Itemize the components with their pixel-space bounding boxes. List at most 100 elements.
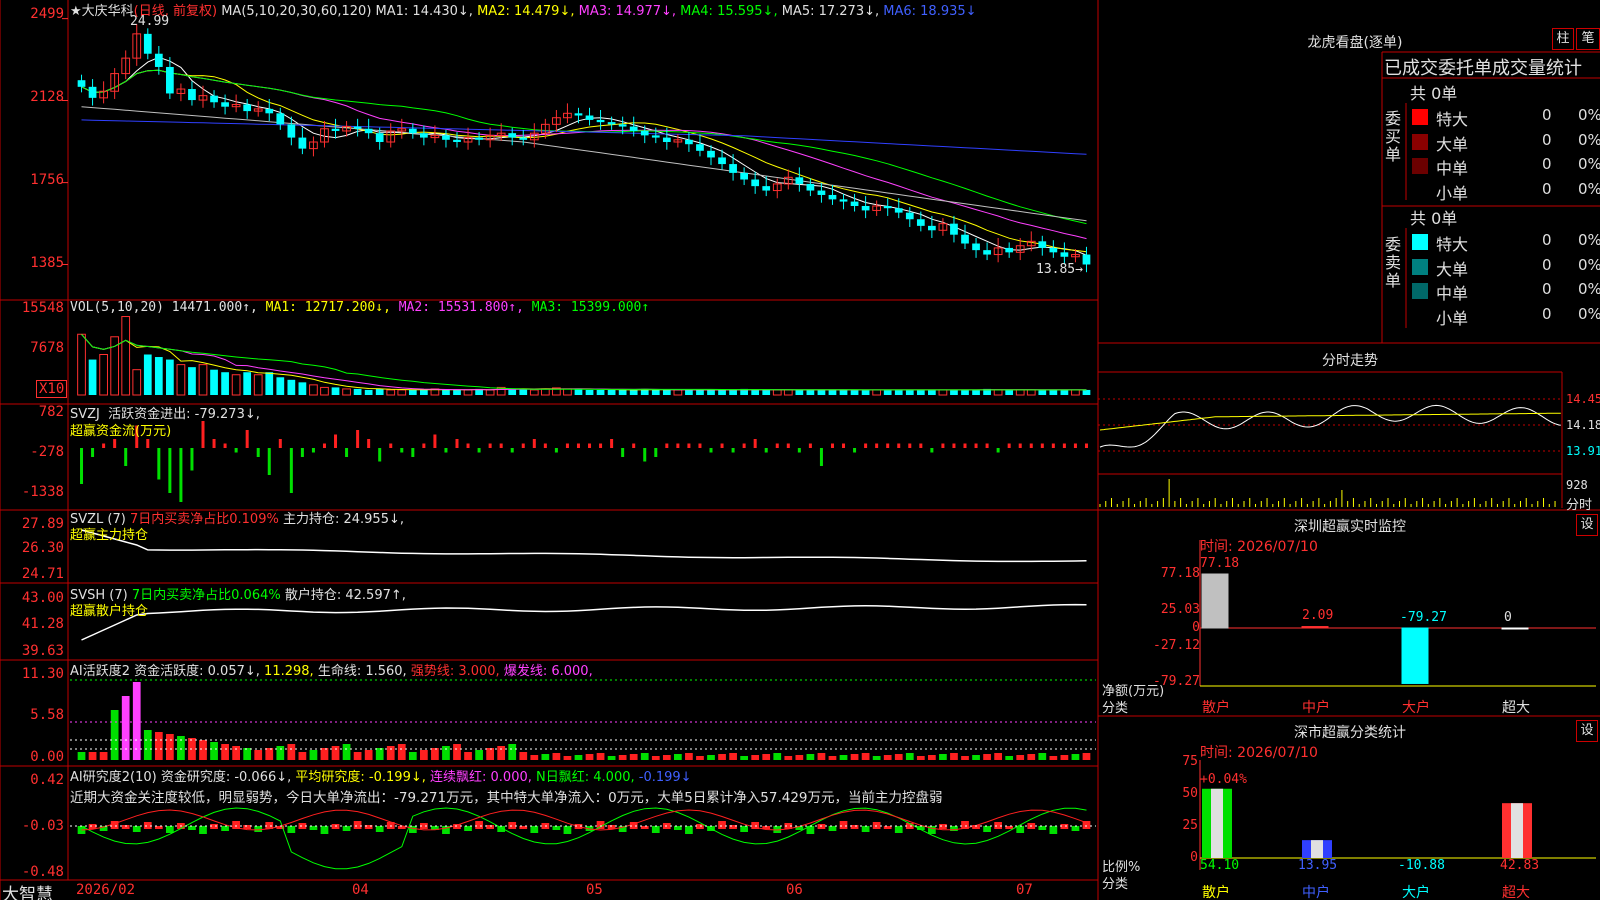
research-bar-58 xyxy=(718,821,726,829)
activity-bar-38 xyxy=(497,746,506,760)
candle-body-40 xyxy=(519,137,528,140)
activity-bar-60 xyxy=(740,756,748,760)
svzl-tick-2: 26.30 xyxy=(21,540,64,556)
tick-mode-button[interactable]: 笔 xyxy=(1576,28,1600,50)
activity-bar-13 xyxy=(221,744,229,760)
vol-bar-19 xyxy=(287,379,296,395)
candle-body-8 xyxy=(166,66,174,94)
monitor-tick-1: 77.18 xyxy=(1160,566,1200,581)
vol-ma1: MA1: 12717.200↓, xyxy=(265,300,391,315)
candle-body-52 xyxy=(651,135,660,138)
vol-ma3: MA3: 15399.000↑ xyxy=(531,300,650,315)
monitor-time: 时间: 2026/07/10 xyxy=(1200,539,1318,555)
research-bar-71 xyxy=(861,826,870,832)
svzl-label: 主力持仓: 24.955↓, xyxy=(282,512,404,527)
activity-bar-30 xyxy=(408,752,417,760)
flow-bar-42 xyxy=(543,443,547,448)
ai-act-tick-2: 5.58 xyxy=(30,707,64,723)
activity-bar-4 xyxy=(121,696,130,760)
buy-row-value-3: 0 xyxy=(1542,179,1552,198)
vol-bar-34 xyxy=(453,389,461,395)
intraday-tick-1: 14.45 xyxy=(1566,392,1600,406)
flow-bar-21 xyxy=(311,448,315,453)
research-bar-90 xyxy=(1071,826,1080,831)
activity-bar-41 xyxy=(530,755,539,760)
research-bar-8 xyxy=(166,826,174,833)
svsh-label: 散户持仓: 42.597↑, xyxy=(284,588,406,603)
stock-name[interactable]: ★大庆华科 xyxy=(70,4,134,19)
vol-tick-2: 7678 xyxy=(30,340,64,356)
candle-body-81 xyxy=(972,243,980,251)
activity-bar-42 xyxy=(541,754,550,760)
vol-bar-75 xyxy=(905,389,914,395)
candle-body-18 xyxy=(276,113,285,125)
ai-res-label: 资金研究度: -0.066↓, xyxy=(160,770,292,785)
activity-bar-45 xyxy=(574,755,583,760)
research-bar-13 xyxy=(221,826,229,831)
class-bar-highlight-0 xyxy=(1211,788,1223,858)
stat-title: 已成交委托单成交量统计 xyxy=(1384,58,1582,79)
vol-unit-badge[interactable]: X10 xyxy=(36,380,68,398)
buy-row-name-2: 中单 xyxy=(1436,159,1469,179)
buy-swatch-3 xyxy=(1412,182,1428,199)
flow-bar-46 xyxy=(588,443,592,448)
buy-row-pct-3: 0% xyxy=(1578,179,1600,198)
buy-row-name-1: 大单 xyxy=(1436,134,1469,154)
research-bar-35 xyxy=(464,826,472,831)
flow-bar-14 xyxy=(234,448,238,453)
bar-mode-button[interactable]: 柱 xyxy=(1552,28,1574,50)
class-bar-highlight-3 xyxy=(1511,803,1523,858)
activity-bar-11 xyxy=(199,740,207,760)
activity-bar-33 xyxy=(442,746,450,760)
activity-bar-71 xyxy=(861,753,870,760)
vol-bar-63 xyxy=(772,389,782,396)
research-bar-16 xyxy=(254,826,263,832)
vol-bar-67 xyxy=(817,389,826,395)
vol-bar-15 xyxy=(243,372,252,395)
flow-bar-11 xyxy=(201,421,205,448)
flow-bar-88 xyxy=(1051,443,1055,448)
svzl-line xyxy=(81,529,1087,563)
activity-bar-91 xyxy=(1082,753,1091,760)
monitor-bar-1 xyxy=(1301,626,1329,629)
price-tick-1: 2499 xyxy=(30,6,64,22)
class-cat-4: 超大 xyxy=(1502,885,1530,900)
research-bar-41 xyxy=(530,826,539,833)
activity-bar-29 xyxy=(397,744,406,760)
activity-bar-15 xyxy=(243,748,252,760)
candle-body-13 xyxy=(221,102,229,107)
ai-act-tick-3: 0.00 xyxy=(30,749,64,765)
x-label-3: 05 xyxy=(586,882,603,898)
candle-body-33 xyxy=(442,135,450,140)
activity-bar-75 xyxy=(905,753,914,760)
sell-row-pct-0: 0% xyxy=(1578,231,1600,249)
ai-act-v2: 11.298, xyxy=(264,664,314,679)
monitor-tick-3: 0 xyxy=(1192,620,1200,635)
flow-bar-56 xyxy=(698,443,702,448)
research-bar-10 xyxy=(188,826,196,830)
candle-body-10 xyxy=(188,89,196,101)
research-bar-24 xyxy=(342,826,351,831)
activity-bar-1 xyxy=(88,752,97,760)
flow-bar-82 xyxy=(985,443,989,448)
sell-row-name-3: 小单 xyxy=(1436,308,1469,328)
activity-bar-68 xyxy=(828,756,837,760)
class-settings-button[interactable]: 设 xyxy=(1576,720,1598,742)
svsh-tick-2: 41.28 xyxy=(21,616,64,632)
activity-bar-54 xyxy=(674,754,682,760)
ma2-value: MA2: 14.479↓, xyxy=(477,4,575,19)
monitor-settings-button[interactable]: 设 xyxy=(1576,514,1598,536)
flow-bar-16 xyxy=(256,448,260,457)
intraday-avg-line xyxy=(1099,412,1561,431)
activity-bar-87 xyxy=(1038,753,1047,760)
flow-bar-63 xyxy=(775,443,779,448)
vol-bar-10 xyxy=(188,367,196,395)
activity-bar-51 xyxy=(640,753,649,760)
activity-bar-50 xyxy=(629,754,638,760)
brand-logo[interactable]: 大智慧 xyxy=(2,880,53,900)
activity-bar-16 xyxy=(254,750,263,760)
buy-row-pct-2: 0% xyxy=(1578,155,1600,174)
class-value-2: 13.95 xyxy=(1298,858,1338,873)
activity-bar-17 xyxy=(265,748,274,760)
sell-row-value-2: 0 xyxy=(1542,280,1552,299)
